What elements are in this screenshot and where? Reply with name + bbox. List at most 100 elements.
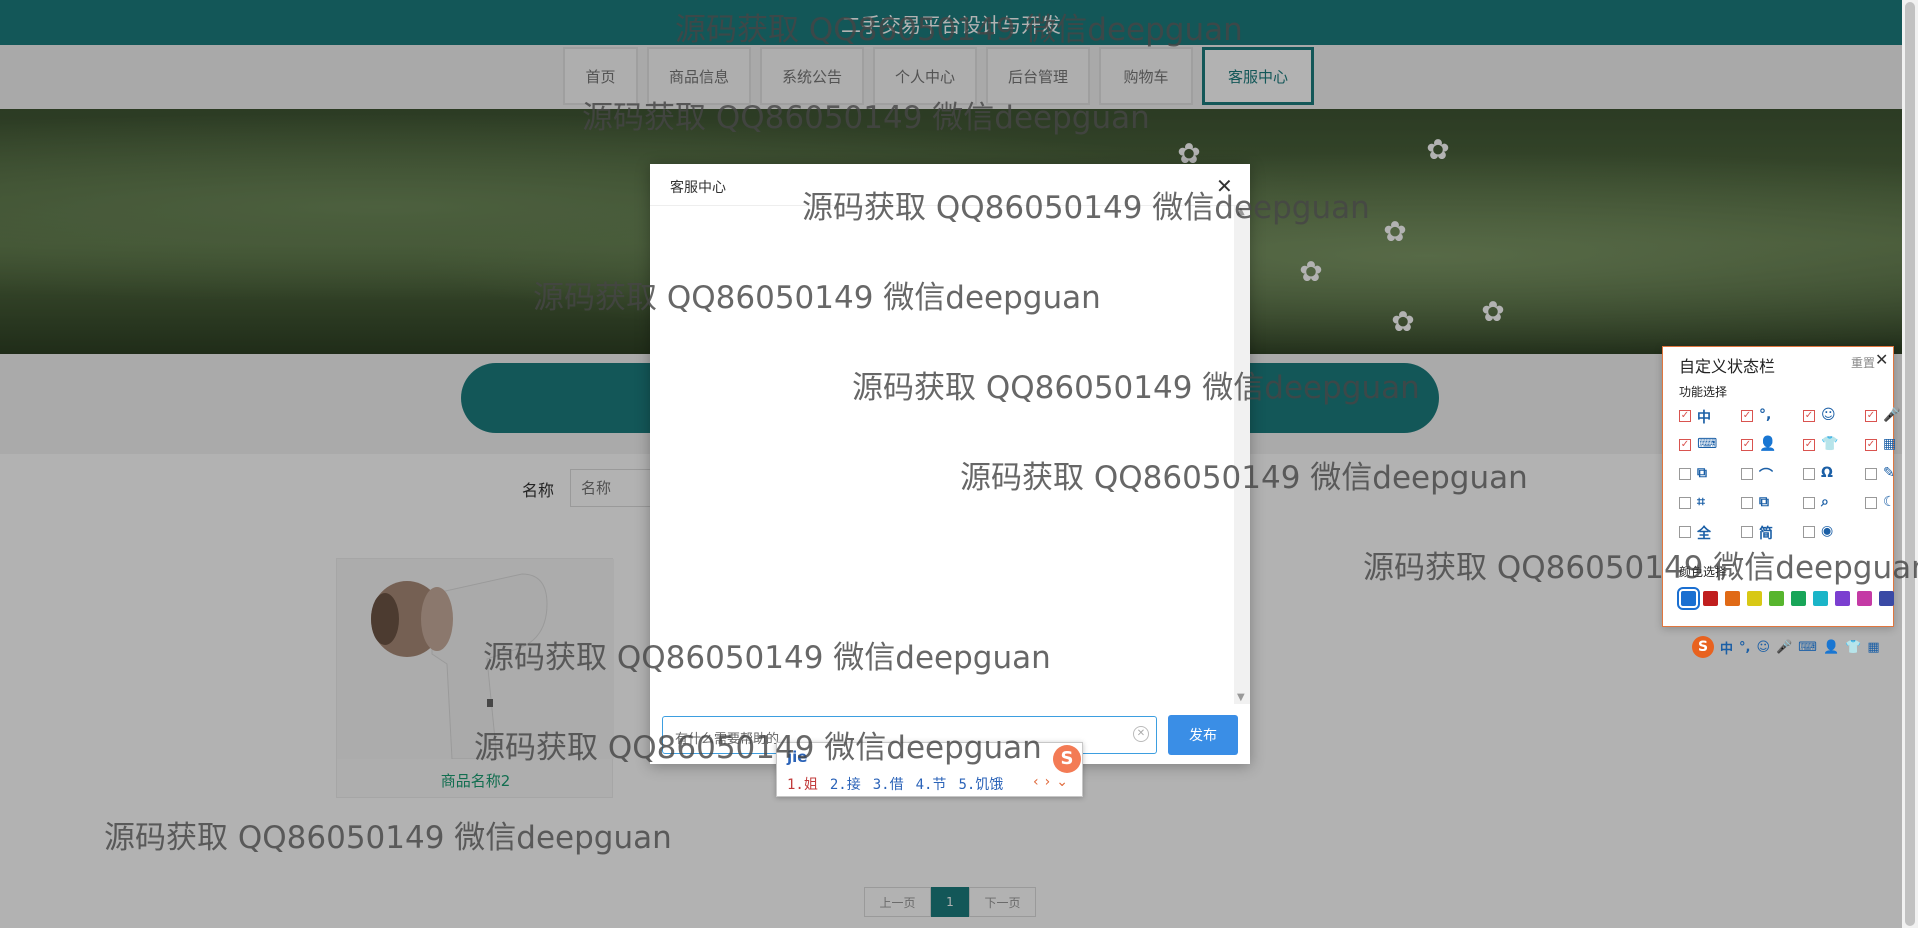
feature-option[interactable]: Ω	[1803, 465, 1843, 485]
feature-option[interactable]: ✓ ⌨	[1679, 436, 1719, 456]
feature-icon: 中	[1697, 410, 1711, 426]
custom-statusbar-panel: 自定义状态栏 重置 ✕ 功能选择 ✓ 中 ✓ °, ✓ ☺ ✓ 🎤 ✓ ⌨ ✓ 👤 ✓ 👕 ✓ ▦ ⧉ ⌒ Ω ✎ ⌗ ⧉…	[1662, 346, 1900, 627]
page-scrollbar[interactable]	[1902, 0, 1918, 928]
feature-option[interactable]: ✓ 🎤	[1865, 407, 1905, 427]
statusbar-icon[interactable]: 👤	[1823, 640, 1839, 655]
feature-checkbox[interactable]	[1741, 468, 1753, 480]
feature-icon: °,	[1759, 407, 1772, 423]
feature-icon: ✎	[1883, 465, 1895, 481]
color-swatch[interactable]	[1813, 591, 1828, 606]
publish-button[interactable]: 发布	[1168, 715, 1238, 755]
feature-icon: 全	[1697, 526, 1711, 542]
feature-checkbox[interactable]: ✓	[1741, 439, 1753, 451]
feature-select-label: 功能选择	[1679, 385, 1728, 399]
color-swatch[interactable]	[1791, 591, 1806, 606]
feature-icon: ⌗	[1697, 494, 1705, 510]
feature-icon: 简	[1759, 526, 1773, 542]
statusbar-icon[interactable]: 中	[1720, 638, 1733, 657]
feature-icon: 👕	[1821, 436, 1839, 452]
feature-checkbox[interactable]: ✓	[1865, 410, 1877, 422]
statusbar-panel-title: 自定义状态栏	[1679, 357, 1776, 376]
feature-option[interactable]: ✓ 👕	[1803, 436, 1843, 456]
feature-checkbox[interactable]	[1803, 468, 1815, 480]
chat-messages-area[interactable]	[650, 206, 1250, 704]
scroll-down-arrow-icon[interactable]: ▼	[1237, 692, 1245, 703]
feature-icon: 👤	[1759, 436, 1777, 452]
feature-checkbox[interactable]	[1679, 468, 1691, 480]
feature-checkbox[interactable]: ✓	[1865, 439, 1877, 451]
sogou-logo-icon[interactable]: S	[1692, 636, 1714, 658]
chat-input-text[interactable]: 有什么需要帮助的	[675, 728, 779, 747]
page-scroll-thumb[interactable]	[1905, 2, 1915, 926]
color-swatch[interactable]	[1747, 591, 1762, 606]
feature-checkbox[interactable]: ✓	[1679, 439, 1691, 451]
ime-prev-page-icon[interactable]: ‹	[1033, 774, 1039, 790]
color-swatch[interactable]	[1769, 591, 1784, 606]
color-swatch[interactable]	[1703, 591, 1718, 606]
feature-checkbox[interactable]	[1679, 497, 1691, 509]
color-swatch[interactable]	[1677, 587, 1700, 610]
customer-service-dialog: 客服中心 ✕ ▲ ▼ 有什么需要帮助的 ✕ 发布	[650, 164, 1250, 764]
feature-checkbox[interactable]: ✓	[1741, 410, 1753, 422]
ime-expand-icon[interactable]: ⌄	[1056, 774, 1068, 790]
statusbar-icon[interactable]: °,	[1739, 640, 1750, 655]
statusbar-icon[interactable]: ▦	[1867, 640, 1879, 655]
statusbar-icon[interactable]: ⌨	[1798, 640, 1817, 655]
color-swatch[interactable]	[1725, 591, 1740, 606]
chat-scrollbar[interactable]: ▲ ▼	[1234, 206, 1250, 704]
ime-next-page-icon[interactable]: ›	[1045, 774, 1051, 790]
feature-option[interactable]: ✓ °,	[1741, 407, 1781, 427]
feature-checkbox[interactable]	[1679, 526, 1691, 538]
feature-option[interactable]: ✎	[1865, 465, 1905, 485]
feature-checkbox[interactable]	[1803, 526, 1815, 538]
feature-checkbox[interactable]	[1741, 526, 1753, 538]
statusbar-reset-button[interactable]: 重置	[1851, 354, 1875, 371]
feature-option[interactable]: ✓ 中	[1679, 407, 1719, 427]
color-swatch-row	[1677, 587, 1894, 610]
statusbar-icon[interactable]: 🎤	[1776, 640, 1792, 655]
feature-icon: ◉	[1821, 523, 1834, 539]
feature-option[interactable]: ⌒	[1741, 465, 1781, 485]
feature-checkbox[interactable]: ✓	[1803, 439, 1815, 451]
feature-checkbox[interactable]	[1803, 497, 1815, 509]
ime-candidate[interactable]: 3.借	[873, 774, 904, 794]
feature-option[interactable]: ✓ ☺	[1803, 407, 1843, 427]
feature-option[interactable]: ✓ ▦	[1865, 436, 1905, 456]
feature-option[interactable]: 简	[1741, 523, 1781, 543]
feature-checkbox[interactable]	[1865, 468, 1877, 480]
feature-option[interactable]: ☾	[1865, 494, 1905, 514]
feature-option[interactable]: 全	[1679, 523, 1719, 543]
feature-checkbox[interactable]	[1741, 497, 1753, 509]
statusbar-icon[interactable]: 👕	[1845, 640, 1861, 655]
feature-icon: ⧉	[1759, 494, 1769, 510]
statusbar-close-icon[interactable]: ✕	[1875, 350, 1888, 369]
statusbar-icon[interactable]: ☺	[1756, 640, 1770, 655]
color-swatch[interactable]	[1835, 591, 1850, 606]
scroll-up-arrow-icon[interactable]: ▲	[1237, 206, 1245, 217]
ime-candidate[interactable]: 4.节	[916, 774, 947, 794]
feature-checkbox[interactable]: ✓	[1679, 410, 1691, 422]
feature-icon: ⌕	[1821, 494, 1829, 510]
ime-candidate-list: 1.姐 2.接 3.借 4.节 5.饥饿	[787, 774, 1003, 794]
ime-candidate[interactable]: 5.饥饿	[958, 774, 1003, 794]
feature-option[interactable]: ◉	[1803, 523, 1843, 543]
close-icon[interactable]: ✕	[1216, 174, 1233, 198]
color-swatch[interactable]	[1857, 591, 1872, 606]
color-select-label: 颜色选择	[1679, 565, 1728, 579]
feature-icon: ⧉	[1697, 465, 1707, 481]
feature-icon: ▦	[1883, 436, 1897, 452]
feature-option[interactable]: ⧉	[1679, 465, 1719, 485]
feature-option[interactable]: ⌗	[1679, 494, 1719, 514]
color-swatch[interactable]	[1879, 591, 1894, 606]
ime-candidate[interactable]: 1.姐	[787, 774, 818, 794]
ime-candidate[interactable]: 2.接	[830, 774, 861, 794]
feature-option[interactable]: ✓ 👤	[1741, 436, 1781, 456]
feature-icon: ☾	[1883, 494, 1896, 510]
feature-icon: Ω	[1821, 465, 1833, 481]
feature-checkbox[interactable]: ✓	[1803, 410, 1815, 422]
feature-checkbox[interactable]	[1865, 497, 1877, 509]
feature-option[interactable]: ⧉	[1741, 494, 1781, 514]
feature-option[interactable]: ⌕	[1803, 494, 1843, 514]
feature-icon: 🎤	[1883, 407, 1901, 423]
clear-input-icon[interactable]: ✕	[1133, 726, 1149, 742]
